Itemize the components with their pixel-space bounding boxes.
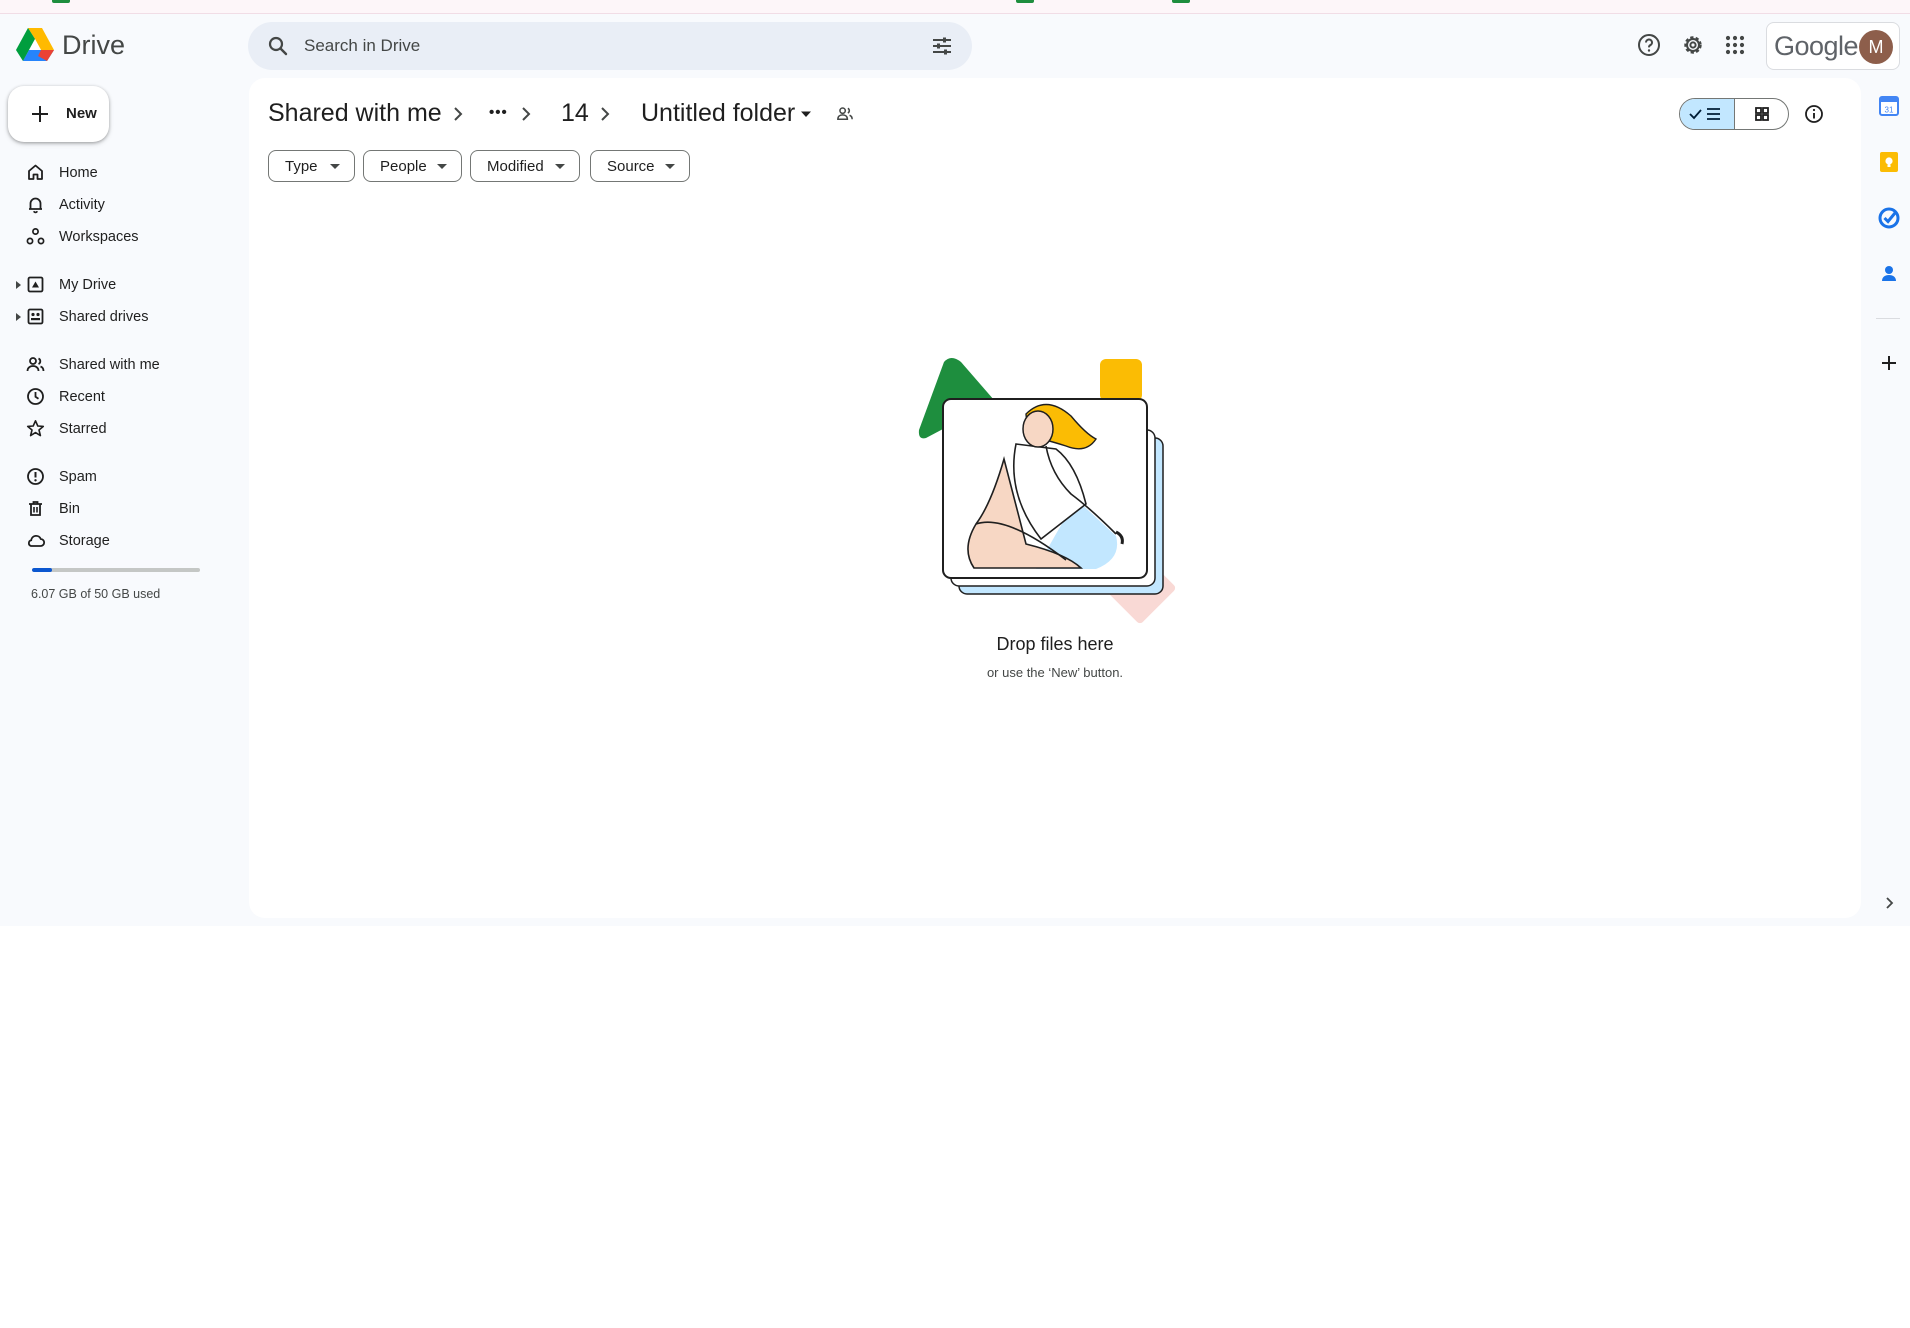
sidebar-item-shared-drives[interactable]: Shared drives xyxy=(16,302,236,332)
checked-list-icon xyxy=(1689,108,1720,120)
filter-label: Source xyxy=(607,158,655,175)
spam-icon xyxy=(27,468,44,485)
breadcrumb-current-folder[interactable]: Untitled folder xyxy=(641,99,795,128)
cloud-icon xyxy=(27,534,46,547)
storage-usage-fill xyxy=(32,568,53,572)
sidebar-item-label: Workspaces xyxy=(59,229,139,245)
sidebar-item-shared-with-me[interactable]: Shared with me xyxy=(16,350,236,380)
keep-icon[interactable] xyxy=(1874,147,1904,177)
dropdown-arrow-icon xyxy=(330,164,340,169)
filter-people[interactable]: People xyxy=(363,150,462,182)
contacts-icon[interactable] xyxy=(1874,259,1904,289)
sidebar-item-label: My Drive xyxy=(59,277,117,293)
people-icon xyxy=(26,357,45,372)
sidebar-item-my-drive[interactable]: My Drive xyxy=(16,270,236,300)
new-button-label: New xyxy=(66,105,97,122)
sidebar-item-label: Home xyxy=(59,165,98,181)
calendar-icon[interactable]: 31 xyxy=(1874,91,1904,121)
empty-state-subtitle: or use the ‘New’ button. xyxy=(986,665,1124,680)
expand-caret-icon[interactable] xyxy=(16,313,21,321)
sidebar-item-bin[interactable]: Bin xyxy=(16,494,236,524)
sidebar-item-label: Storage xyxy=(59,533,110,549)
add-addon-plus-icon[interactable] xyxy=(1874,348,1904,378)
sidebar-item-label: Bin xyxy=(59,501,80,517)
workspaces-icon xyxy=(26,228,45,245)
grid-icon xyxy=(1755,107,1769,121)
sidebar-item-starred[interactable]: Starred xyxy=(16,414,236,444)
google-wordmark: Google xyxy=(1774,31,1859,61)
breadcrumb-ellipsis[interactable]: ••• xyxy=(489,104,508,121)
sidebar-item-spam[interactable]: Spam xyxy=(16,462,236,492)
chevron-right-icon xyxy=(522,107,531,121)
drive-app: Drive Search in Drive Google M New Home … xyxy=(0,0,1910,926)
list-view-button[interactable] xyxy=(1680,99,1735,129)
expand-side-panel-chevron-icon[interactable] xyxy=(1879,893,1899,913)
dropdown-arrow-icon xyxy=(555,164,565,169)
settings-gear-icon[interactable] xyxy=(1680,32,1706,58)
main-content: Shared with me ••• 14 Untitled folder Ty… xyxy=(249,78,1861,918)
sidebar-item-label: Shared with me xyxy=(59,357,160,373)
storage-usage-bar xyxy=(32,568,200,572)
view-toggle[interactable] xyxy=(1679,98,1789,130)
sidebar-item-label: Recent xyxy=(59,389,105,405)
app-name[interactable]: Drive xyxy=(62,30,125,61)
breadcrumb-root[interactable]: Shared with me xyxy=(268,99,442,128)
sidebar-item-recent[interactable]: Recent xyxy=(16,382,236,412)
dropdown-arrow-icon xyxy=(665,164,675,169)
search-icon[interactable] xyxy=(266,34,290,58)
filter-source[interactable]: Source xyxy=(590,150,690,182)
browser-tab-strip xyxy=(0,0,1910,14)
star-icon xyxy=(26,420,45,437)
sidebar-item-home[interactable]: Home xyxy=(16,158,236,188)
account-button[interactable]: Google M xyxy=(1766,22,1900,70)
empty-folder-illustration xyxy=(918,358,1176,624)
sidebar-item-label: Starred xyxy=(59,421,107,437)
sidebar-item-workspaces[interactable]: Workspaces xyxy=(16,222,236,252)
sidebar-item-label: Spam xyxy=(59,469,97,485)
tasks-icon[interactable] xyxy=(1874,203,1904,233)
trash-icon xyxy=(29,501,42,516)
drive-logo-icon[interactable] xyxy=(16,28,54,61)
folder-menu-dropdown-icon[interactable] xyxy=(800,108,812,120)
search-input[interactable]: Search in Drive xyxy=(304,36,420,56)
expand-caret-icon[interactable] xyxy=(16,281,21,289)
new-button[interactable]: New xyxy=(8,86,109,142)
help-icon[interactable] xyxy=(1636,32,1662,58)
dropdown-arrow-icon xyxy=(437,164,447,169)
search-options-icon[interactable] xyxy=(930,34,954,58)
svg-text:31: 31 xyxy=(1885,106,1894,115)
rail-divider xyxy=(1876,318,1900,319)
shared-folder-people-icon[interactable] xyxy=(835,104,855,124)
info-icon[interactable] xyxy=(1803,103,1825,125)
filter-label: Modified xyxy=(487,158,544,175)
my-drive-icon xyxy=(27,276,44,293)
filter-label: Type xyxy=(285,158,318,175)
filter-modified[interactable]: Modified xyxy=(470,150,580,182)
search-bar[interactable]: Search in Drive xyxy=(248,22,972,70)
sidebar-item-label: Activity xyxy=(59,197,105,213)
chevron-right-icon xyxy=(454,107,463,121)
grid-view-button[interactable] xyxy=(1735,99,1788,129)
avatar[interactable]: M xyxy=(1859,30,1893,64)
sidebar-item-activity[interactable]: Activity xyxy=(16,190,236,220)
sidebar-item-label: Shared drives xyxy=(59,309,149,325)
filter-label: People xyxy=(380,158,427,175)
empty-state-title: Drop files here xyxy=(996,634,1114,654)
chevron-right-icon xyxy=(601,107,610,121)
shared-drives-icon xyxy=(27,308,44,325)
filter-type[interactable]: Type xyxy=(268,150,355,182)
bell-icon xyxy=(29,197,42,214)
home-icon xyxy=(28,164,43,180)
sidebar-item-storage[interactable]: Storage xyxy=(16,526,236,556)
breadcrumb-parent[interactable]: 14 xyxy=(561,99,589,128)
plus-icon xyxy=(32,106,48,122)
storage-usage-text: 6.07 GB of 50 GB used xyxy=(31,587,161,601)
apps-grid-icon[interactable] xyxy=(1722,32,1748,58)
clock-icon xyxy=(27,388,44,405)
